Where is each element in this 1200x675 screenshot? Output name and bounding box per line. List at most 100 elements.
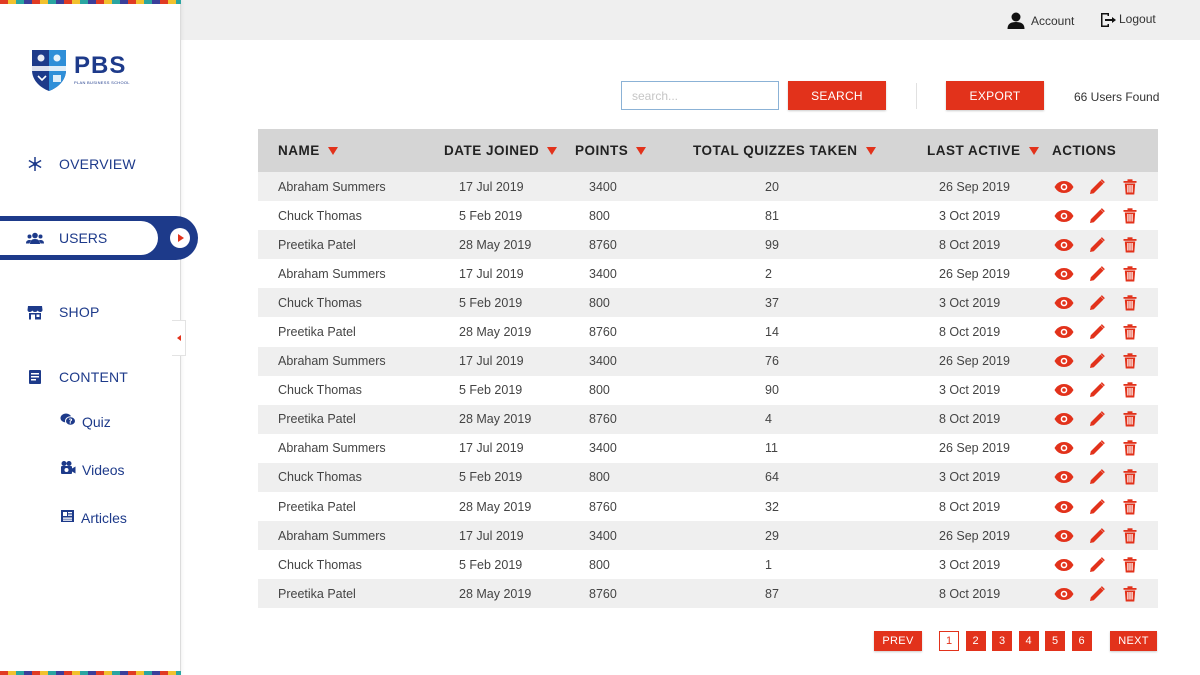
logout-link[interactable]: Logout (1100, 12, 1156, 28)
sidebar-item-shop[interactable]: SHOP (0, 294, 181, 330)
delete-button[interactable] (1118, 584, 1142, 604)
view-button[interactable] (1052, 351, 1076, 371)
view-button[interactable] (1052, 584, 1076, 604)
table-row[interactable]: Abraham Summers 17 Jul 2019 3400 2 26 Sep 20… (258, 259, 1158, 289)
view-button[interactable] (1052, 555, 1076, 575)
delete-button[interactable] (1118, 177, 1142, 197)
edit-button[interactable] (1085, 351, 1109, 371)
sidebar-subitem-articles[interactable]: Articles (60, 506, 127, 530)
delete-button[interactable] (1118, 351, 1142, 371)
delete-button[interactable] (1118, 293, 1142, 313)
cell-date-joined: 17 Jul 2019 (459, 266, 524, 281)
view-button[interactable] (1052, 380, 1076, 400)
delete-button[interactable] (1118, 467, 1142, 487)
row-actions (1052, 550, 1151, 579)
edit-button[interactable] (1085, 526, 1109, 546)
cell-points: 800 (589, 383, 610, 398)
view-button[interactable] (1052, 235, 1076, 255)
sidebar-subitem-quiz[interactable]: ? Quiz (60, 410, 111, 434)
edit-button[interactable] (1085, 497, 1109, 517)
sidebar-item-users[interactable]: USERS (0, 216, 198, 260)
table-row[interactable]: Abraham Summers 17 Jul 2019 3400 29 26 Sep 2… (258, 521, 1158, 551)
view-button[interactable] (1052, 438, 1076, 458)
delete-button[interactable] (1118, 235, 1142, 255)
search-input[interactable] (621, 81, 779, 110)
page-number-button[interactable]: 4 (1018, 631, 1039, 651)
sort-caret-icon (1028, 146, 1039, 155)
logout-label: Logout (1119, 12, 1156, 26)
table-row[interactable]: Preetika Patel 28 May 2019 8760 4 8 Oct 2019 (258, 404, 1158, 434)
table-row[interactable]: Chuck Thomas 5 Feb 2019 800 64 3 Oct 2019 (258, 462, 1158, 493)
column-header-name[interactable]: NAME (278, 129, 338, 172)
view-button[interactable] (1052, 206, 1076, 226)
table-row[interactable]: Abraham Summers 17 Jul 2019 3400 76 26 Sep 2… (258, 346, 1158, 376)
table-row[interactable]: Chuck Thomas 5 Feb 2019 800 81 3 Oct 2019 (258, 201, 1158, 231)
table-row[interactable]: Chuck Thomas 5 Feb 2019 800 37 3 Oct 2019 (258, 288, 1158, 318)
delete-button[interactable] (1118, 380, 1142, 400)
sidebar-item-content[interactable]: CONTENT (0, 359, 181, 395)
delete-button[interactable] (1118, 438, 1142, 458)
view-button[interactable] (1052, 409, 1076, 429)
delete-button[interactable] (1118, 526, 1142, 546)
eye-icon (1054, 296, 1074, 309)
edit-button[interactable] (1085, 467, 1109, 487)
search-button[interactable]: SEARCH (788, 81, 886, 110)
view-button[interactable] (1052, 322, 1076, 342)
edit-button[interactable] (1085, 293, 1109, 313)
edit-button[interactable] (1085, 322, 1109, 342)
page-number-button[interactable]: 1 (939, 631, 959, 651)
view-button[interactable] (1052, 264, 1076, 284)
eye-icon (1054, 529, 1074, 542)
delete-button[interactable] (1118, 264, 1142, 284)
cell-last-active: 3 Oct 2019 (939, 295, 1001, 310)
sidebar-collapse-toggle[interactable] (172, 320, 186, 356)
page-number-button[interactable]: 5 (1045, 631, 1065, 651)
delete-button[interactable] (1118, 409, 1142, 429)
cell-date-joined: 5 Feb 2019 (459, 557, 523, 572)
prev-page-button[interactable]: PREV (874, 631, 922, 651)
next-page-button[interactable]: NEXT (1110, 631, 1157, 651)
expand-arrow-button[interactable] (170, 228, 190, 248)
edit-button[interactable] (1085, 206, 1109, 226)
edit-button[interactable] (1085, 177, 1109, 197)
table-row[interactable]: Preetika Patel 28 May 2019 8760 14 8 Oct 201… (258, 317, 1158, 347)
delete-button[interactable] (1118, 555, 1142, 575)
sidebar-item-overview[interactable]: OVERVIEW (0, 146, 181, 182)
edit-button[interactable] (1085, 555, 1109, 575)
view-button[interactable] (1052, 526, 1076, 546)
export-button[interactable]: EXPORT (946, 81, 1044, 110)
column-header-date-joined[interactable]: DATE JOINED (444, 129, 558, 172)
view-button[interactable] (1052, 467, 1076, 487)
delete-button[interactable] (1118, 497, 1142, 517)
column-header-last-active[interactable]: LAST ACTIVE (927, 129, 1039, 172)
edit-button[interactable] (1085, 438, 1109, 458)
table-row[interactable]: Preetika Patel 28 May 2019 8760 87 8 Oct 201… (258, 579, 1158, 609)
delete-button[interactable] (1118, 322, 1142, 342)
view-button[interactable] (1052, 293, 1076, 313)
video-camera-icon (60, 460, 76, 480)
table-row[interactable]: Preetika Patel 28 May 2019 8760 32 8 Oct 201… (258, 492, 1158, 522)
edit-button[interactable] (1085, 584, 1109, 604)
table-row[interactable]: Abraham Summers 17 Jul 2019 3400 20 26 Sep 2… (258, 172, 1158, 202)
table-row[interactable]: Preetika Patel 28 May 2019 8760 99 8 Oct 201… (258, 230, 1158, 260)
brand-logo[interactable]: PBS PLAN BUSINESS SCHOOL (30, 46, 130, 92)
account-link[interactable]: Account (1007, 12, 1074, 29)
view-button[interactable] (1052, 177, 1076, 197)
page-number-button[interactable]: 3 (992, 631, 1012, 651)
view-button[interactable] (1052, 497, 1076, 517)
edit-button[interactable] (1085, 380, 1109, 400)
cell-last-active: 3 Oct 2019 (939, 383, 1001, 398)
page-number-button[interactable]: 2 (965, 631, 986, 651)
sidebar-subitem-videos[interactable]: Videos (60, 458, 125, 482)
table-row[interactable]: Chuck Thomas 5 Feb 2019 800 90 3 Oct 2019 (258, 375, 1158, 405)
table-row[interactable]: Abraham Summers 17 Jul 2019 3400 11 26 Sep 2… (258, 433, 1158, 463)
page-number-button[interactable]: 6 (1071, 631, 1092, 651)
edit-button[interactable] (1085, 235, 1109, 255)
table-row[interactable]: Chuck Thomas 5 Feb 2019 800 1 3 Oct 2019 (258, 550, 1158, 580)
edit-button[interactable] (1085, 409, 1109, 429)
column-header-total-quizzes[interactable]: TOTAL QUIZZES TAKEN (693, 129, 876, 172)
delete-button[interactable] (1118, 206, 1142, 226)
column-header-points[interactable]: POINTS (575, 129, 647, 172)
cell-name: Preetika Patel (278, 499, 356, 514)
edit-button[interactable] (1085, 264, 1109, 284)
